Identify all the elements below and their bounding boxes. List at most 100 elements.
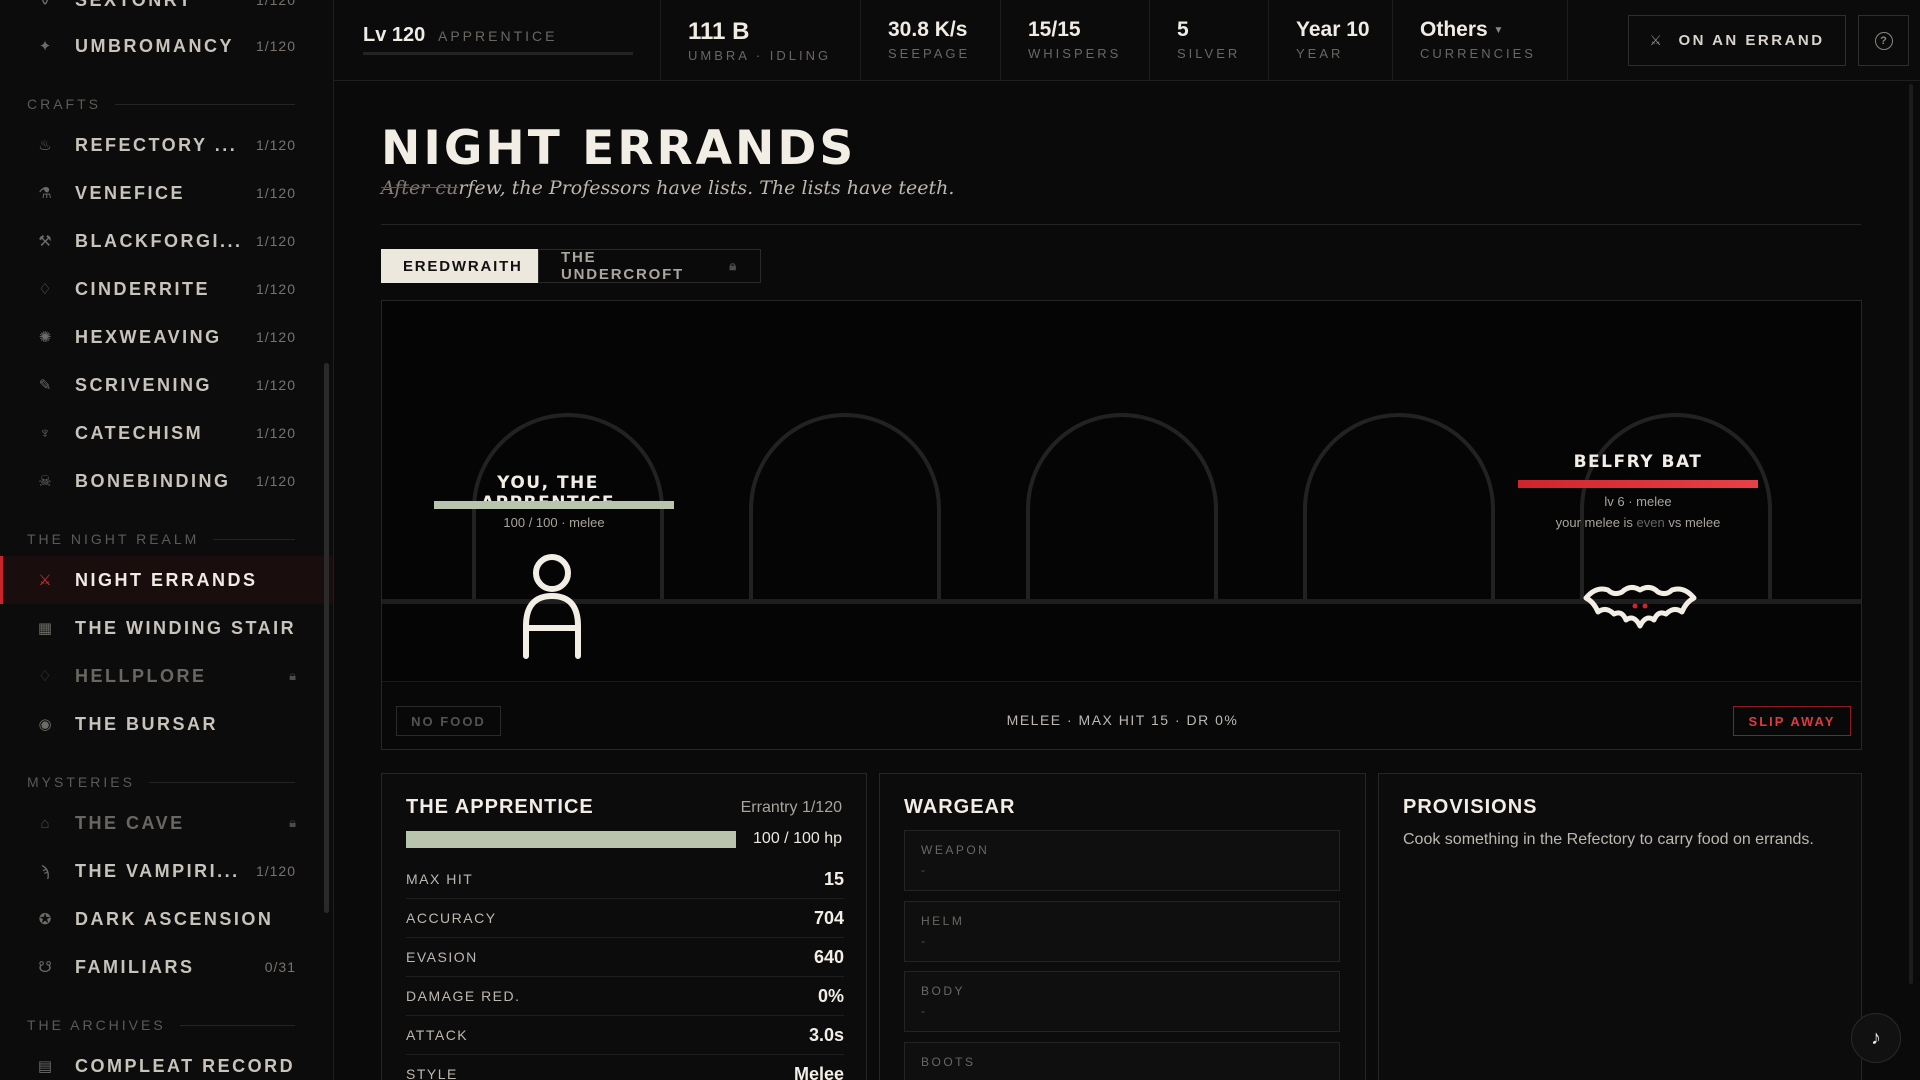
familiar-icon: ☋ bbox=[38, 959, 52, 976]
sidebar-list: ⚱ SEXTONRY 1/120 ✦ UMBROMANCY 1/120 CRAF… bbox=[0, 0, 333, 1080]
star-icon: ✪ bbox=[38, 911, 52, 928]
scroll-icon: ✎ bbox=[38, 377, 52, 394]
lock-icon: 🔒︎ bbox=[289, 668, 296, 683]
music-note-icon: ♪ bbox=[1871, 1026, 1881, 1049]
stat-row-damage-reduction: DAMAGE RED. 0% bbox=[406, 977, 844, 1016]
stat-row-style: STYLE Melee bbox=[406, 1055, 844, 1080]
map-icon: ▦ bbox=[37, 620, 53, 637]
main-content: NIGHT ERRANDS After curfew, the Professo… bbox=[334, 81, 1920, 1080]
music-toggle-button[interactable]: ♪ bbox=[1851, 1013, 1901, 1063]
sidebar-item-refectory[interactable]: ♨ REFECTORY ... 1/120 bbox=[0, 121, 333, 169]
player-meta: 100 / 100 · melee bbox=[503, 515, 605, 530]
sidebar-item-venefice[interactable]: ⚗ VENEFICE 1/120 bbox=[0, 169, 333, 217]
apprentice-figure-icon bbox=[523, 554, 581, 659]
stat-seepage[interactable]: 30.8 K/s SEEPAGE bbox=[861, 0, 1001, 81]
sidebar-scrollbar[interactable] bbox=[324, 363, 329, 913]
main-scrollbar[interactable] bbox=[1909, 84, 1913, 984]
book-icon: ▤ bbox=[37, 1058, 53, 1075]
enemy-hp-bar bbox=[1518, 480, 1758, 488]
flame-icon: ♢ bbox=[38, 281, 52, 298]
sidebar-item-hellplore[interactable]: ♢ HELLPLORE 🔒︎ bbox=[0, 652, 333, 700]
page-title: NIGHT ERRANDS bbox=[381, 121, 857, 176]
sidebar-item-catechism[interactable]: ♆ CATECHISM 1/120 bbox=[0, 409, 333, 457]
question-icon: ? bbox=[1874, 31, 1893, 50]
sidebar-section-archives: THE ARCHIVES bbox=[27, 1017, 295, 1033]
help-button[interactable]: ? bbox=[1858, 15, 1909, 66]
apprentice-hp-bar bbox=[406, 831, 736, 848]
battle-arena: YOU, THE APPRENTICE 100 / 100 · melee BE… bbox=[381, 300, 1862, 750]
lock-icon: 🔒︎ bbox=[729, 258, 738, 273]
coin-icon: ◉ bbox=[38, 716, 52, 733]
sidebar-item-hexweaving[interactable]: ✺ HEXWEAVING 1/120 bbox=[0, 313, 333, 361]
sidebar-item-winding-stair[interactable]: ▦ THE WINDING STAIR bbox=[0, 604, 333, 652]
tab-the-undercroft[interactable]: THE UNDERCROFT 🔒︎ bbox=[538, 249, 761, 283]
candle-icon: ♆ bbox=[39, 424, 51, 442]
page-subtitle: After curfew, the Professors have lists.… bbox=[381, 177, 955, 199]
enemy-meta: lv 6 · melee bbox=[1604, 494, 1672, 509]
sidebar-section-night-realm: THE NIGHT REALM bbox=[27, 531, 295, 547]
player-hp-bar bbox=[434, 501, 674, 509]
enemy-hp-fill bbox=[1518, 480, 1758, 488]
sidebar-section-mysteries: MYSTERIES bbox=[27, 774, 295, 790]
combat-stats-line: MELEE · MAX HIT 15 · DR 0% bbox=[1006, 712, 1239, 728]
arch bbox=[1303, 413, 1495, 603]
enemy-name: BELFRY BAT bbox=[1573, 452, 1703, 472]
stat-whispers[interactable]: 15/15 WHISPERS bbox=[1001, 0, 1150, 81]
skull-icon: ☠ bbox=[38, 473, 52, 490]
stat-row-attack: ATTACK 3.0s bbox=[406, 1016, 844, 1055]
star-icon: ✦ bbox=[38, 38, 52, 55]
matchup-note: your melee is even vs melee bbox=[1555, 515, 1721, 530]
sidebar-item-night-errands[interactable]: ⚔ NIGHT ERRANDS bbox=[0, 556, 333, 604]
stat-umbra[interactable]: 111 B UMBRA · IDLING bbox=[661, 0, 861, 81]
stat-row-max-hit: MAX HIT 15 bbox=[406, 860, 844, 899]
arch bbox=[1026, 413, 1218, 603]
arch bbox=[749, 413, 941, 603]
slot-helm[interactable]: HELM - bbox=[904, 901, 1340, 962]
errantry-level: Errantry 1/120 bbox=[740, 799, 842, 816]
sidebar-item-bonebinding[interactable]: ☠ BONEBINDING 1/120 bbox=[0, 457, 333, 505]
slot-boots[interactable]: BOOTS - bbox=[904, 1042, 1340, 1080]
sidebar-item-cinderrite[interactable]: ♢ CINDERRITE 1/120 bbox=[0, 265, 333, 313]
wargear-panel: WARGEAR WEAPON - HELM - BODY - BOOTS - bbox=[879, 773, 1366, 1080]
sidebar-item-cave[interactable]: ⌂ THE CAVE 🔒︎ bbox=[0, 799, 333, 847]
sexton-icon: ⚱ bbox=[38, 0, 52, 9]
on-an-errand-button[interactable]: ⚔ ON AN ERRAND bbox=[1628, 15, 1846, 66]
sidebar-item-dark-ascension[interactable]: ✪ DARK ASCENSION bbox=[0, 895, 333, 943]
sidebar-item-familiars[interactable]: ☋ FAMILIARS 0/31 bbox=[0, 943, 333, 991]
apprentice-hp-text: 100 / 100 hp bbox=[753, 830, 842, 847]
level-progress-bar bbox=[363, 52, 633, 55]
slip-away-button[interactable]: SLIP AWAY bbox=[1733, 706, 1851, 736]
flame-icon: ♢ bbox=[38, 668, 52, 685]
provisions-panel: PROVISIONS Cook something in the Refecto… bbox=[1378, 773, 1862, 1080]
player-hp-fill bbox=[434, 501, 674, 509]
chevron-down-icon: ▼ bbox=[1493, 24, 1504, 36]
provisions-hint: Cook something in the Refectory to carry… bbox=[1403, 831, 1814, 848]
apprentice-panel: THE APPRENTICE Errantry 1/120 100 / 100 … bbox=[381, 773, 867, 1080]
stat-silver[interactable]: 5 SILVER bbox=[1150, 0, 1269, 81]
fang-icon: ϡ bbox=[40, 862, 50, 880]
stat-year[interactable]: Year 10 YEAR bbox=[1269, 0, 1393, 81]
sidebar-item-sextonry[interactable]: ⚱ SEXTONRY 1/120 bbox=[0, 0, 333, 24]
sidebar-section-crafts: CRAFTS bbox=[27, 96, 295, 112]
slot-weapon[interactable]: WEAPON - bbox=[904, 830, 1340, 891]
stat-row-accuracy: ACCURACY 704 bbox=[406, 899, 844, 938]
top-bar: Lv 120 APPRENTICE 111 B UMBRA · IDLING 3… bbox=[334, 0, 1920, 81]
sidebar-item-umbromancy[interactable]: ✦ UMBROMANCY 1/120 bbox=[0, 22, 333, 70]
crossed-swords-icon: ⚔ bbox=[1649, 32, 1665, 48]
sidebar-item-scrivening[interactable]: ✎ SCRIVENING 1/120 bbox=[0, 361, 333, 409]
sidebar-item-vampiric[interactable]: ϡ THE VAMPIRI... 1/120 bbox=[0, 847, 333, 895]
flask-icon: ⚗ bbox=[38, 185, 52, 202]
sidebar-item-compleat-record[interactable]: ▤ COMPLEAT RECORD bbox=[0, 1042, 333, 1080]
slot-body[interactable]: BODY - bbox=[904, 971, 1340, 1032]
level-indicator[interactable]: Lv 120 APPRENTICE bbox=[334, 0, 661, 81]
hammer-icon: ⚒ bbox=[38, 233, 52, 250]
sidebar-item-blackforging[interactable]: ⚒ BLACKFORGI... 1/120 bbox=[0, 217, 333, 265]
stat-row-evasion: EVASION 640 bbox=[406, 938, 844, 977]
lock-icon: 🔒︎ bbox=[289, 815, 296, 830]
tab-eredwraith[interactable]: EREDWRAITH bbox=[381, 249, 538, 283]
sidebar-item-bursar[interactable]: ◉ THE BURSAR bbox=[0, 700, 333, 748]
currencies-dropdown[interactable]: Others ▼ CURRENCIES bbox=[1393, 0, 1568, 81]
bat-icon bbox=[1583, 584, 1697, 629]
divider bbox=[381, 224, 1861, 225]
cave-icon: ⌂ bbox=[40, 814, 50, 832]
